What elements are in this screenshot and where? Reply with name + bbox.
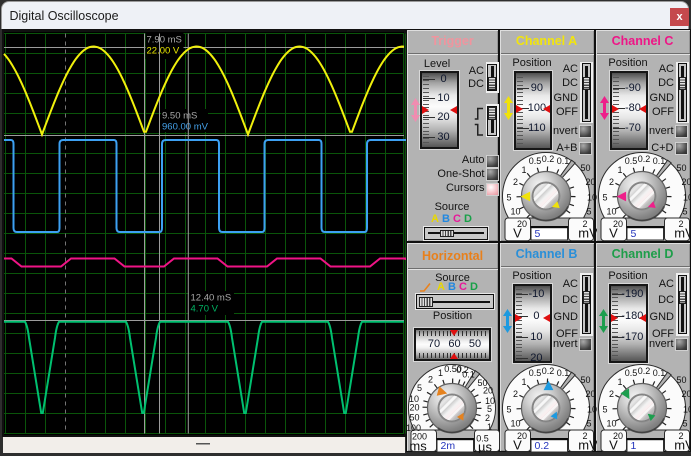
svg-text:20: 20 <box>681 388 691 398</box>
svg-text:0.1: 0.1 <box>557 367 570 377</box>
svg-text:1: 1 <box>521 376 526 386</box>
svg-text:0.2: 0.2 <box>542 153 555 163</box>
svg-text:50: 50 <box>580 162 590 172</box>
svg-text:9.50 mS: 9.50 mS <box>162 111 197 122</box>
svg-text:10: 10 <box>683 192 691 202</box>
svg-text:2: 2 <box>609 176 614 186</box>
svg-text:0.2: 0.2 <box>638 153 651 163</box>
svg-text:µs: µs <box>478 439 492 453</box>
svg-text:5: 5 <box>631 228 637 240</box>
svg-text:5: 5 <box>506 404 511 414</box>
svg-text:1: 1 <box>631 440 637 452</box>
svg-text:20: 20 <box>409 402 419 412</box>
svg-text:0.1: 0.1 <box>462 369 475 379</box>
svg-text:10: 10 <box>683 404 691 414</box>
svg-text:2m: 2m <box>440 440 455 452</box>
svg-text:10: 10 <box>510 206 520 216</box>
svg-text:50: 50 <box>676 374 686 384</box>
svg-text:0.5: 0.5 <box>625 155 638 165</box>
svg-text:V: V <box>513 437 522 452</box>
svg-text:960.00 mV: 960.00 mV <box>162 122 209 133</box>
svg-text:V: V <box>513 225 522 240</box>
svg-text:1: 1 <box>521 164 526 174</box>
svg-text:0.2: 0.2 <box>638 365 651 375</box>
svg-text:20: 20 <box>482 385 492 395</box>
svg-text:5: 5 <box>682 206 687 216</box>
svg-text:50: 50 <box>676 162 686 172</box>
svg-text:50: 50 <box>580 374 590 384</box>
svg-text:10: 10 <box>606 206 616 216</box>
svg-text:5: 5 <box>416 382 421 392</box>
svg-text:0.1: 0.1 <box>557 155 570 165</box>
svg-text:0.1: 0.1 <box>653 155 666 165</box>
svg-text:5: 5 <box>535 228 541 240</box>
svg-text:mV: mV <box>674 225 691 240</box>
svg-text:5: 5 <box>602 404 607 414</box>
svg-text:5: 5 <box>506 192 511 202</box>
svg-text:5: 5 <box>586 418 591 428</box>
svg-text:1: 1 <box>486 421 491 431</box>
svg-text:0.2: 0.2 <box>535 440 550 452</box>
svg-text:0.5: 0.5 <box>625 367 638 377</box>
svg-text:5: 5 <box>682 418 687 428</box>
svg-text:0.2: 0.2 <box>542 365 555 375</box>
svg-text:0.5: 0.5 <box>529 367 542 377</box>
svg-text:ms: ms <box>409 438 427 453</box>
svg-text:50: 50 <box>409 412 419 422</box>
svg-text:12.40 mS: 12.40 mS <box>191 293 232 304</box>
svg-text:2: 2 <box>513 388 518 398</box>
svg-text:20: 20 <box>681 176 691 186</box>
svg-text:22.00 V: 22.00 V <box>147 46 180 57</box>
svg-text:5: 5 <box>602 192 607 202</box>
svg-text:1: 1 <box>617 164 622 174</box>
svg-text:7.90 mS: 7.90 mS <box>147 35 182 46</box>
svg-text:2: 2 <box>513 176 518 186</box>
svg-text:1: 1 <box>437 367 442 377</box>
svg-text:4.70 V: 4.70 V <box>191 304 219 315</box>
svg-text:V: V <box>609 225 618 240</box>
svg-text:10: 10 <box>510 418 520 428</box>
svg-text:0.1: 0.1 <box>653 367 666 377</box>
svg-text:5: 5 <box>586 206 591 216</box>
svg-text:2: 2 <box>427 374 432 384</box>
svg-text:10: 10 <box>606 418 616 428</box>
svg-text:mV: mV <box>674 437 691 452</box>
svg-text:V: V <box>609 437 618 452</box>
svg-text:0.5: 0.5 <box>529 155 542 165</box>
svg-text:1: 1 <box>617 376 622 386</box>
svg-text:2: 2 <box>609 388 614 398</box>
